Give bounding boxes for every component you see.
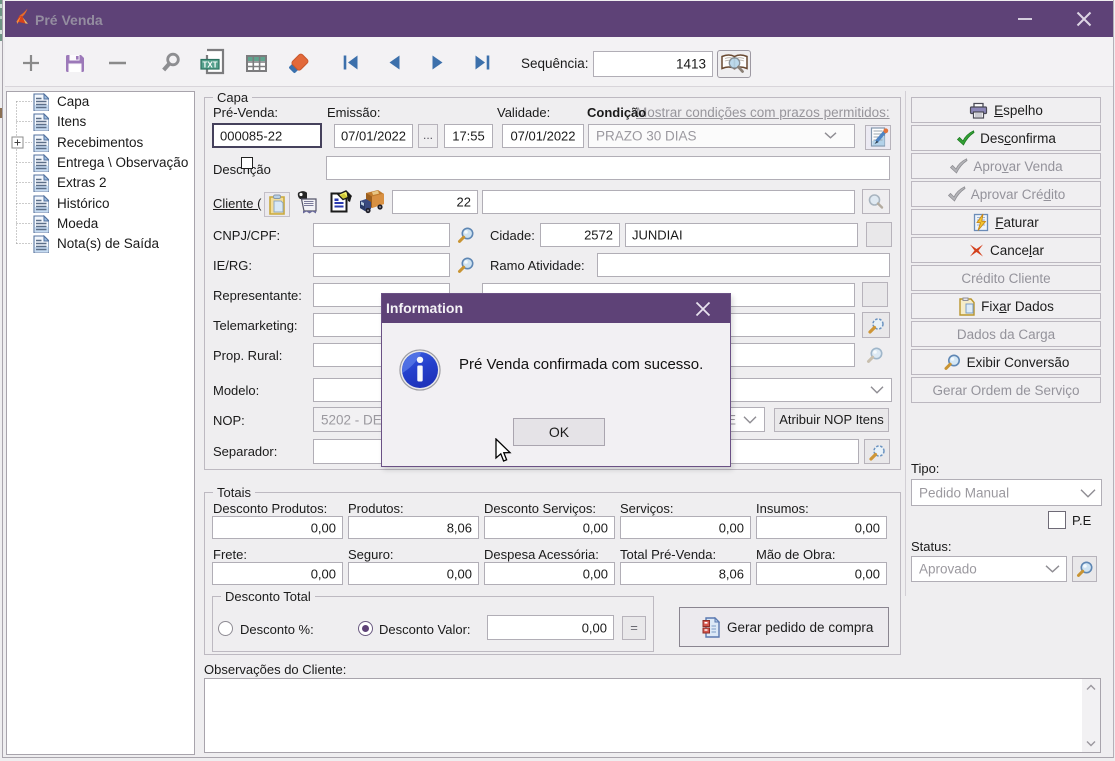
svg-text:TXT: TXT [202,60,217,69]
